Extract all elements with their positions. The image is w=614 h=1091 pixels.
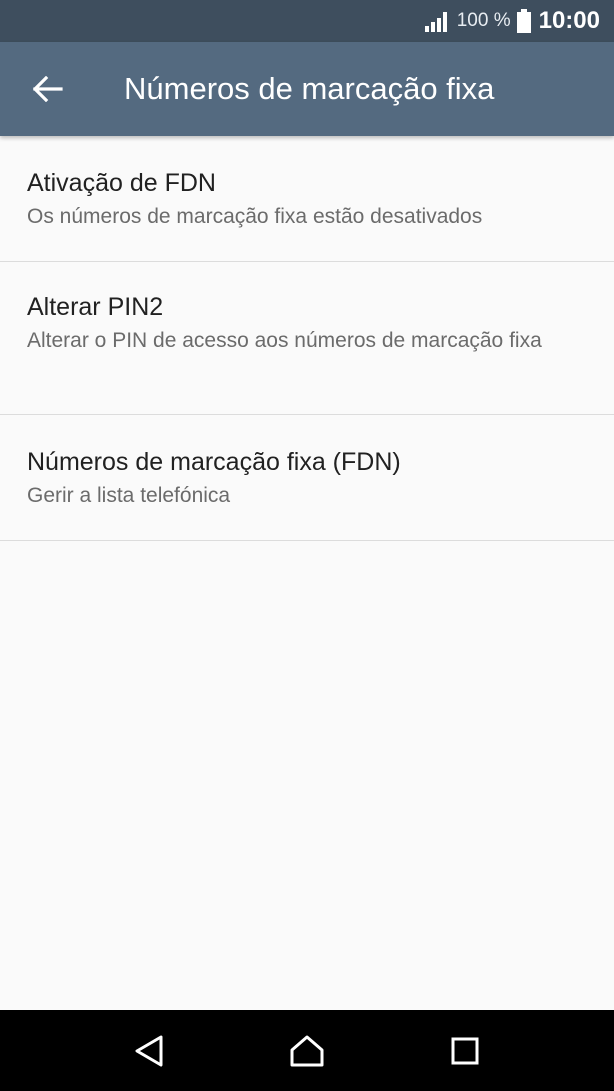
list-item-summary: Os números de marcação fixa estão desati… <box>27 205 483 228</box>
nav-recents-button[interactable] <box>433 1019 497 1083</box>
nav-home-button[interactable] <box>275 1019 339 1083</box>
list-item-summary: Alterar o PIN de acesso aos números de m… <box>27 329 542 352</box>
list-item-title: Ativação de FDN <box>27 169 216 197</box>
back-button[interactable] <box>0 42 96 136</box>
list-item-title: Alterar PIN2 <box>27 293 164 321</box>
battery-icon <box>516 9 531 33</box>
battery-percent: 100 % <box>456 10 511 31</box>
settings-list: Ativação de FDN Os números de marcação f… <box>0 136 614 541</box>
nav-back-button[interactable] <box>117 1019 181 1083</box>
arrow-left-icon <box>33 76 63 102</box>
app-bar: Números de marcação fixa <box>0 42 614 136</box>
list-item-summary: Gerir a lista telefónica <box>27 484 231 507</box>
page-title: Números de marcação fixa <box>124 71 495 106</box>
list-item-fdn-list[interactable]: Números de marcação fixa (FDN) Gerir a l… <box>0 415 614 541</box>
signal-icon <box>424 10 451 32</box>
list-item-change-pin2[interactable]: Alterar PIN2 Alterar o PIN de acesso aos… <box>0 262 614 415</box>
list-item-title: Números de marcação fixa (FDN) <box>27 448 401 476</box>
list-item-fdn-activation[interactable]: Ativação de FDN Os números de marcação f… <box>0 136 614 262</box>
clock: 10:00 <box>538 7 600 34</box>
back-triangle-icon <box>135 1035 163 1066</box>
recents-square-icon <box>451 1037 479 1064</box>
navigation-bar <box>0 1010 614 1091</box>
status-bar: 100 % 10:00 <box>0 0 614 42</box>
home-icon <box>290 1035 324 1066</box>
